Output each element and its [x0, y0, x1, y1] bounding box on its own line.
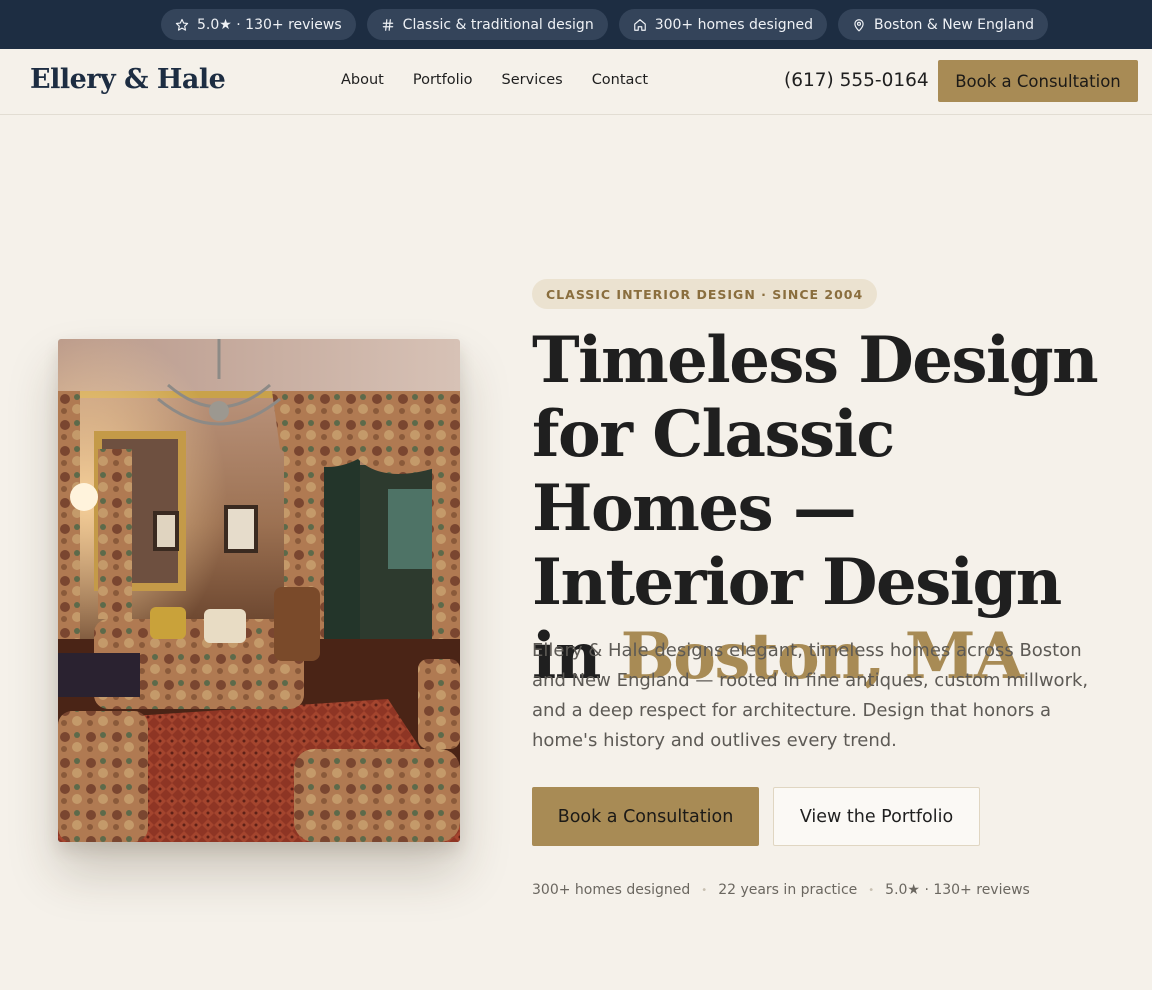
stat-reviews: 5.0★ · 130+ reviews	[885, 882, 1030, 898]
hero-description: Ellery & Hale designs elegant, timeless …	[532, 640, 1089, 751]
location-pill: Boston & New England	[837, 9, 1049, 40]
book-consultation-button[interactable]: Book a Consultation	[532, 787, 759, 846]
location-pill-label: Boston & New England	[873, 16, 1035, 33]
stat-separator: •	[701, 884, 708, 896]
star-icon	[175, 18, 189, 31]
stat-separator: •	[868, 884, 875, 896]
nav-menu: About Portfolio Services Contact	[341, 72, 648, 88]
phone-number[interactable]: (617) 555-0164	[784, 70, 929, 91]
trust-pills: 5.0★ · 130+ reviews Classic & traditiona…	[161, 9, 1049, 40]
homes-pill-label: 300+ homes designed	[654, 16, 813, 33]
reviews-pill: 5.0★ · 130+ reviews	[161, 9, 356, 40]
view-portfolio-button[interactable]: View the Portfolio	[773, 787, 980, 846]
homes-pill: 300+ homes designed	[618, 9, 827, 40]
reviews-pill-label: 5.0★ · 130+ reviews	[197, 16, 342, 33]
nav-link-portfolio[interactable]: Portfolio	[413, 72, 473, 88]
main-nav: Ellery & Hale About Portfolio Services C…	[0, 49, 1152, 115]
top-info-bar: 5.0★ · 130+ reviews Classic & traditiona…	[0, 0, 1152, 49]
room-illustration	[58, 339, 460, 842]
hero-room-photo	[58, 339, 460, 842]
hash-icon	[382, 18, 393, 31]
home-icon	[633, 18, 646, 31]
nav-link-contact[interactable]: Contact	[592, 72, 648, 88]
stat-years: 22 years in practice	[718, 882, 858, 898]
hero-eyebrow-badge: CLASSIC INTERIOR DESIGN · SINCE 2004	[532, 279, 878, 309]
nav-link-services[interactable]: Services	[502, 72, 563, 88]
hero-stats: 300+ homes designed • 22 years in practi…	[532, 882, 1030, 898]
nav-link-about[interactable]: About	[341, 72, 384, 88]
nav-book-consultation-button[interactable]: Book a Consultation	[938, 60, 1138, 102]
style-pill-label: Classic & traditional design	[402, 16, 594, 33]
map-pin-icon	[854, 18, 864, 32]
brand-logo[interactable]: Ellery & Hale	[30, 64, 226, 95]
stat-homes: 300+ homes designed	[532, 882, 691, 898]
style-pill: Classic & traditional design	[366, 9, 608, 40]
